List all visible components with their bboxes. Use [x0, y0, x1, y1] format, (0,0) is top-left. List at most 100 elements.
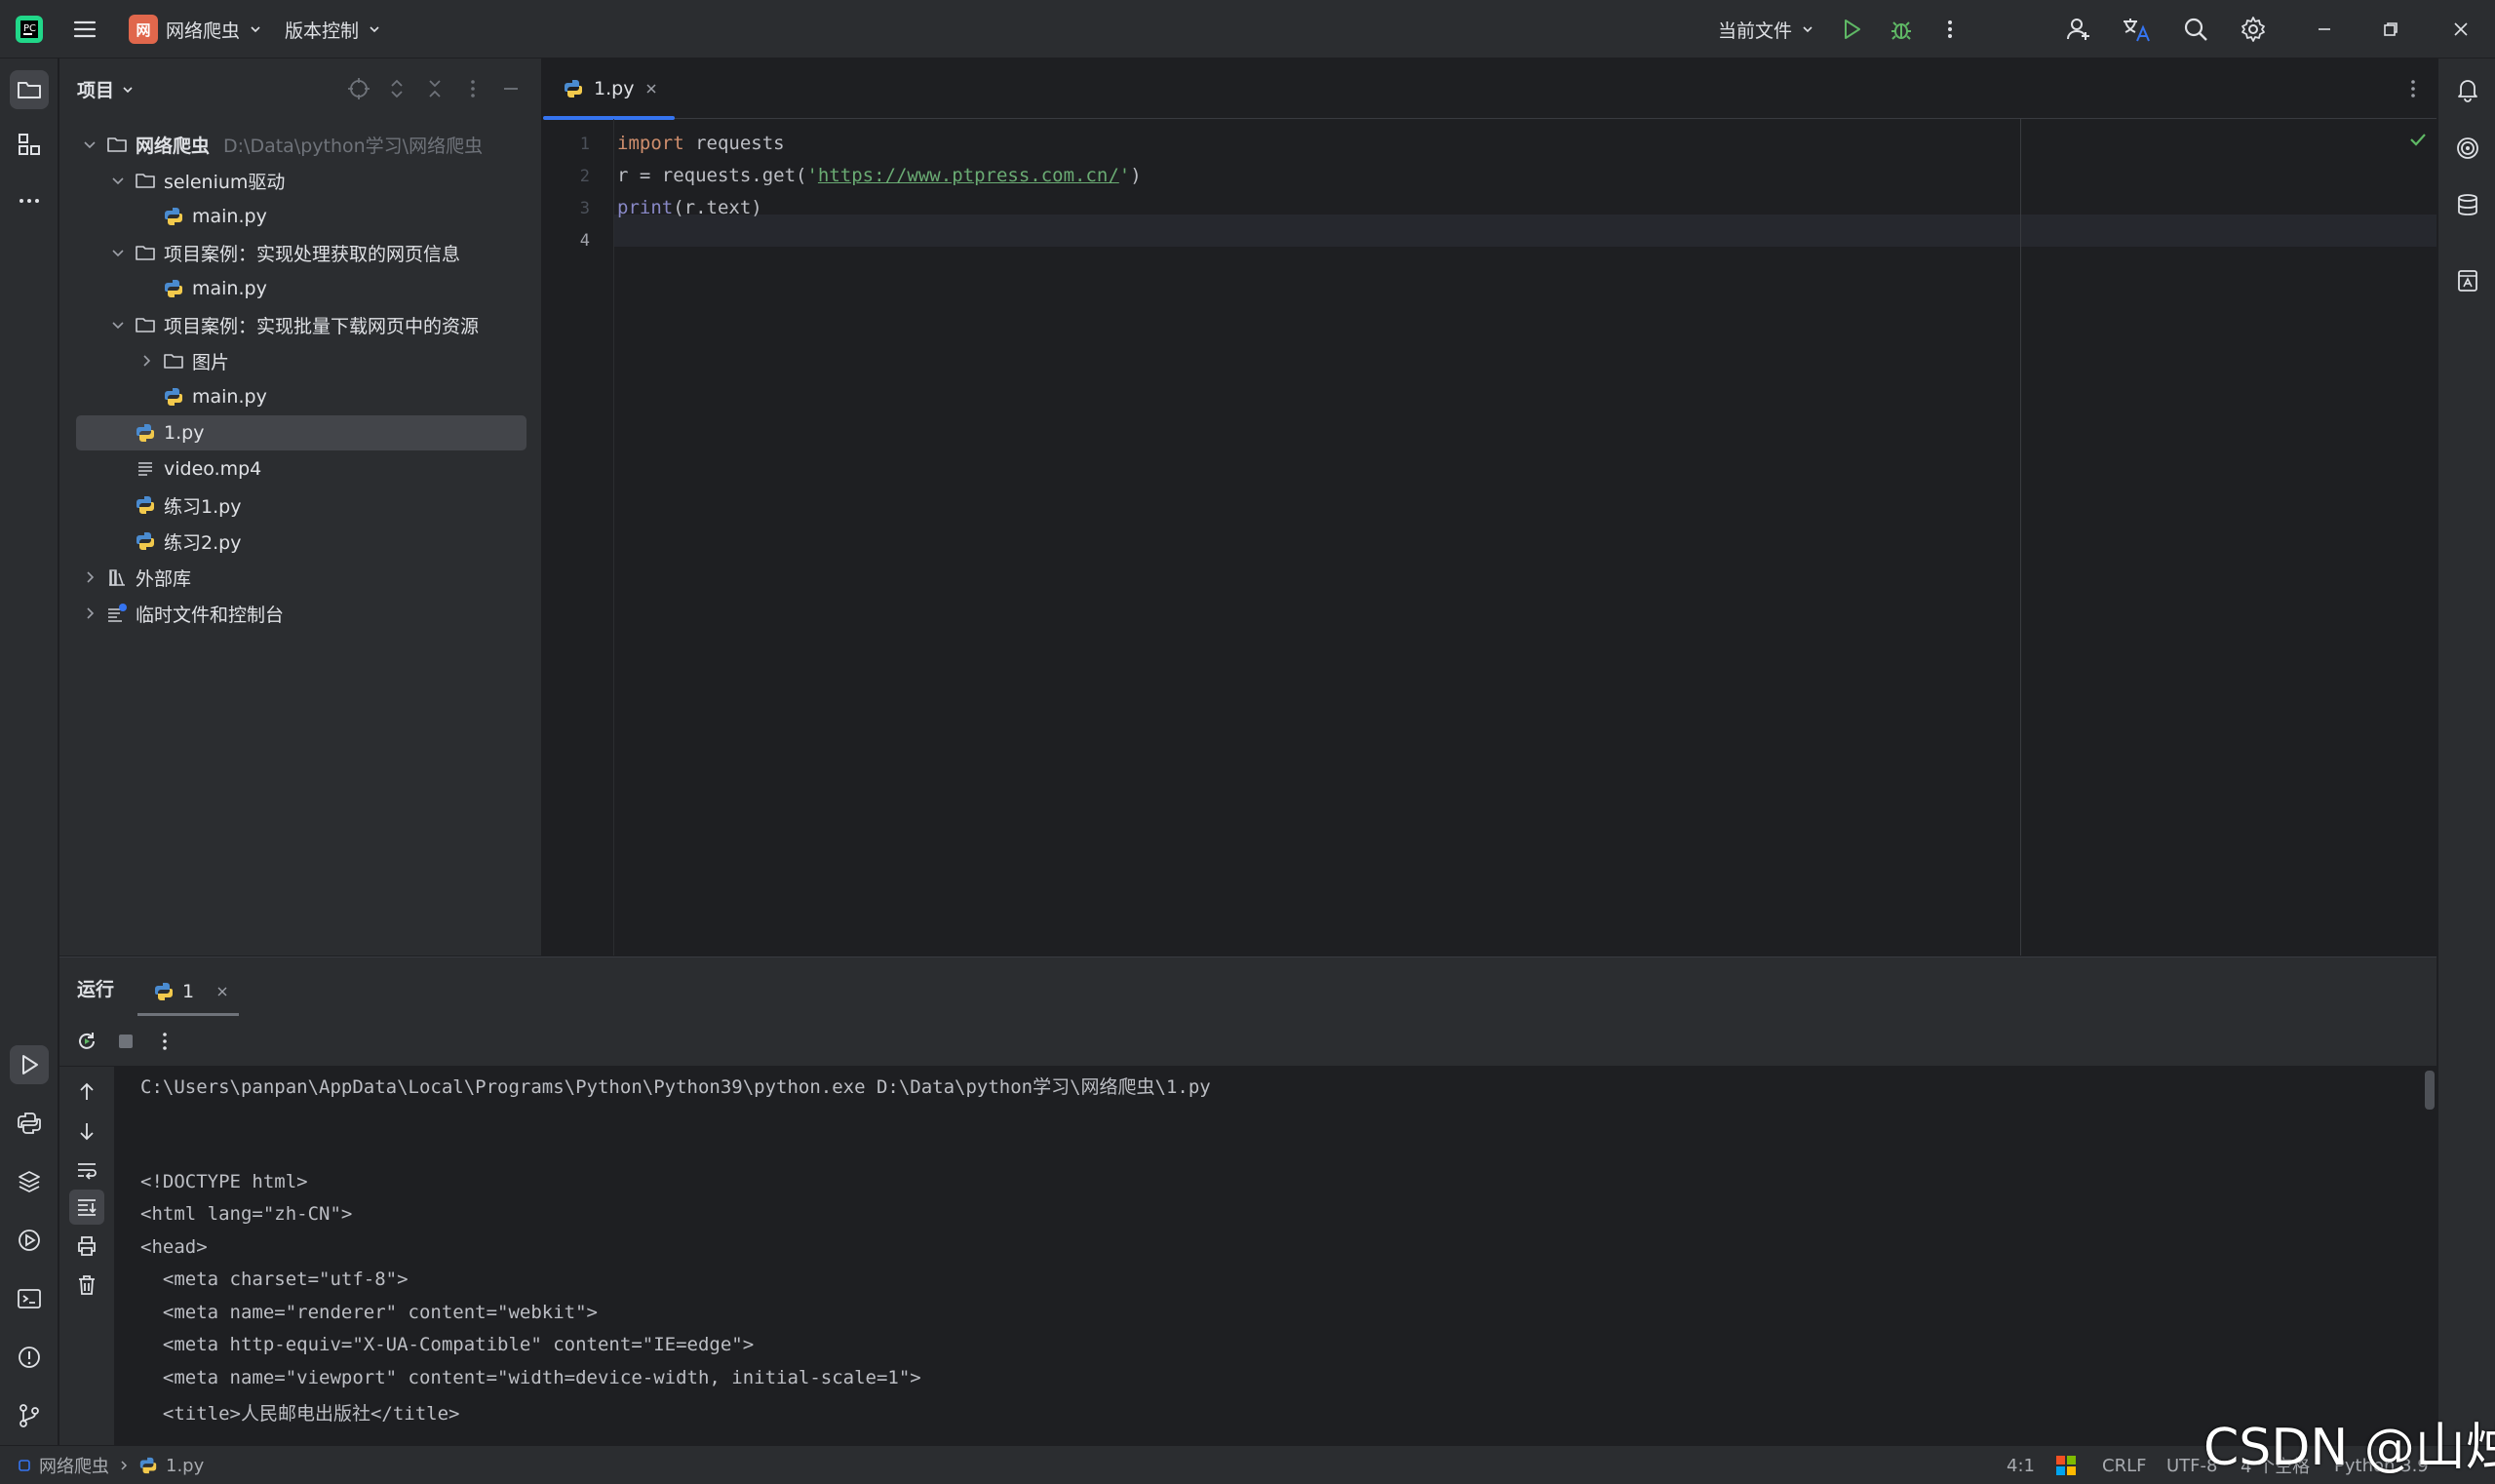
- more-actions-icon[interactable]: [1940, 8, 1960, 51]
- print-icon[interactable]: [75, 1234, 98, 1258]
- restore-window-icon[interactable]: [2379, 8, 2402, 51]
- line-number: 3: [579, 199, 590, 218]
- python-packages-icon[interactable]: [10, 1162, 49, 1201]
- notifications-bell-icon[interactable]: [2448, 70, 2487, 109]
- more-tools-icon[interactable]: [10, 181, 49, 220]
- run-panel: 运行 1 C:\Users\panpan\AppData\Local\Progr…: [59, 957, 2437, 1446]
- chevron-right-icon[interactable]: [81, 568, 98, 586]
- chevron-down-icon[interactable]: [109, 244, 127, 261]
- keyword: import: [617, 133, 684, 154]
- code-line-2: r = requests.get('https://www.ptpress.co…: [617, 165, 1142, 186]
- editor-options-icon[interactable]: [2400, 76, 2426, 101]
- project-switcher[interactable]: 网 网络爬虫: [129, 8, 263, 51]
- console-scrollbar[interactable]: [2425, 1071, 2435, 1110]
- console-line: <meta name="renderer" content="webkit">: [140, 1301, 598, 1323]
- builtin-function: print: [617, 197, 674, 218]
- structure-icon[interactable]: [10, 125, 49, 164]
- project-tool-folder-icon[interactable]: [10, 70, 49, 109]
- tree-item-python[interactable]: 练习1.py: [109, 488, 241, 523]
- settings-gear-icon[interactable]: [2239, 8, 2268, 51]
- ai-assistant-icon[interactable]: [2448, 129, 2487, 168]
- close-tab-icon[interactable]: [643, 81, 659, 97]
- line-number: 2: [579, 167, 590, 186]
- left-tool-strip: [0, 59, 58, 1445]
- chevron-down-icon: [123, 86, 133, 93]
- tree-item-text[interactable]: video.mp4: [109, 451, 261, 487]
- close-tab-icon[interactable]: [215, 985, 229, 998]
- url-link[interactable]: https://www.ptpress.com.cn/: [818, 165, 1119, 186]
- arrow-down-icon[interactable]: [75, 1119, 98, 1143]
- terminal-icon[interactable]: [10, 1279, 49, 1318]
- no-problems-check-icon[interactable]: [2407, 129, 2429, 150]
- rerun-icon[interactable]: [75, 1030, 98, 1053]
- tree-item-label: 外部库: [136, 567, 192, 590]
- chevron-right-icon[interactable]: [81, 605, 98, 622]
- tab-1-py[interactable]: 1.py: [543, 59, 679, 120]
- locate-file-icon[interactable]: [346, 76, 371, 101]
- app-logo-icon[interactable]: PC: [14, 8, 45, 51]
- tree-item-folder[interactable]: 项目案例：实现处理获取的网页信息: [109, 235, 460, 270]
- chevron-right-icon[interactable]: [137, 352, 155, 370]
- add-user-icon[interactable]: [2064, 8, 2093, 51]
- scroll-to-end-icon[interactable]: [69, 1190, 104, 1225]
- code-line-3: print(r.text): [617, 197, 762, 218]
- stop-icon[interactable]: [116, 1032, 136, 1051]
- tree-item-python[interactable]: main.py: [137, 379, 267, 414]
- cursor-position[interactable]: 4:1: [2007, 1446, 2035, 1484]
- problems-icon[interactable]: [10, 1338, 49, 1377]
- run-tab-label: 1: [182, 981, 195, 1002]
- main-menu-icon[interactable]: [70, 8, 99, 51]
- python-file-icon: [165, 280, 182, 297]
- console-line: <!DOCTYPE html>: [140, 1170, 308, 1192]
- play-icon: [1845, 20, 1860, 39]
- library-icon: [109, 569, 125, 586]
- translate-icon[interactable]: [2121, 8, 2152, 51]
- database-icon[interactable]: [2448, 185, 2487, 224]
- module-icon: [19, 1460, 30, 1471]
- tree-item-scratch[interactable]: 临时文件和控制台: [81, 596, 284, 631]
- tree-item-label: 项目案例：实现批量下载网页中的资源: [164, 315, 480, 337]
- chevron-down-icon[interactable]: [109, 172, 127, 189]
- arrow-up-icon[interactable]: [75, 1080, 98, 1104]
- services-icon[interactable]: [10, 1221, 49, 1260]
- project-panel-header[interactable]: 项目: [77, 76, 136, 102]
- tree-item-python[interactable]: 1.py: [76, 415, 526, 450]
- run-tool-icon[interactable]: [10, 1045, 49, 1084]
- windows-logo-icon[interactable]: [2055, 1446, 2077, 1484]
- debug-button[interactable]: [1887, 8, 1916, 51]
- hide-panel-icon[interactable]: [498, 76, 524, 101]
- tree-item-label: 练习1.py: [164, 495, 242, 518]
- tree-item-python[interactable]: 练习2.py: [109, 524, 241, 559]
- git-branch-icon[interactable]: [10, 1396, 49, 1435]
- breadcrumb-project[interactable]: 网络爬虫: [39, 1453, 109, 1478]
- chevron-down-icon[interactable]: [81, 136, 98, 153]
- chevron-down-icon[interactable]: [109, 316, 127, 333]
- minimize-window-icon[interactable]: [2313, 8, 2336, 51]
- close-window-icon[interactable]: [2449, 8, 2473, 51]
- search-icon[interactable]: [2181, 8, 2210, 51]
- console-line: <html lang="zh-CN">: [140, 1203, 353, 1225]
- vcs-menu[interactable]: 版本控制: [285, 8, 382, 51]
- tree-item-folder[interactable]: selenium驱动: [109, 163, 285, 198]
- soft-wrap-icon[interactable]: [75, 1158, 98, 1182]
- run-config-selector[interactable]: 当前文件: [1718, 8, 1815, 51]
- line-separator[interactable]: CRLF: [2102, 1446, 2146, 1484]
- python-console-icon[interactable]: [10, 1104, 49, 1143]
- tree-item-folder[interactable]: 网络爬虫 D:\Data\python学习\网络爬虫: [81, 127, 483, 162]
- run-button[interactable]: [1837, 8, 1866, 51]
- console-output[interactable]: C:\Users\panpan\AppData\Local\Programs\P…: [115, 1067, 2437, 1446]
- panel-options-icon[interactable]: [460, 76, 486, 101]
- text-file-icon: [138, 462, 152, 476]
- run-tab-1[interactable]: 1: [137, 967, 245, 1016]
- tree-item-folder[interactable]: 项目案例：实现批量下载网页中的资源: [109, 307, 479, 342]
- tree-item-python[interactable]: main.py: [137, 199, 267, 234]
- expand-all-icon[interactable]: [384, 76, 409, 101]
- sciview-icon[interactable]: [2448, 261, 2487, 300]
- trash-icon[interactable]: [75, 1273, 98, 1297]
- collapse-all-icon[interactable]: [422, 76, 448, 101]
- tree-item-library[interactable]: 外部库: [81, 560, 191, 595]
- tree-item-folder[interactable]: 图片: [137, 343, 229, 378]
- breadcrumb-file[interactable]: 1.py: [166, 1456, 204, 1476]
- tree-item-python[interactable]: main.py: [137, 271, 267, 306]
- run-options-icon[interactable]: [153, 1030, 176, 1053]
